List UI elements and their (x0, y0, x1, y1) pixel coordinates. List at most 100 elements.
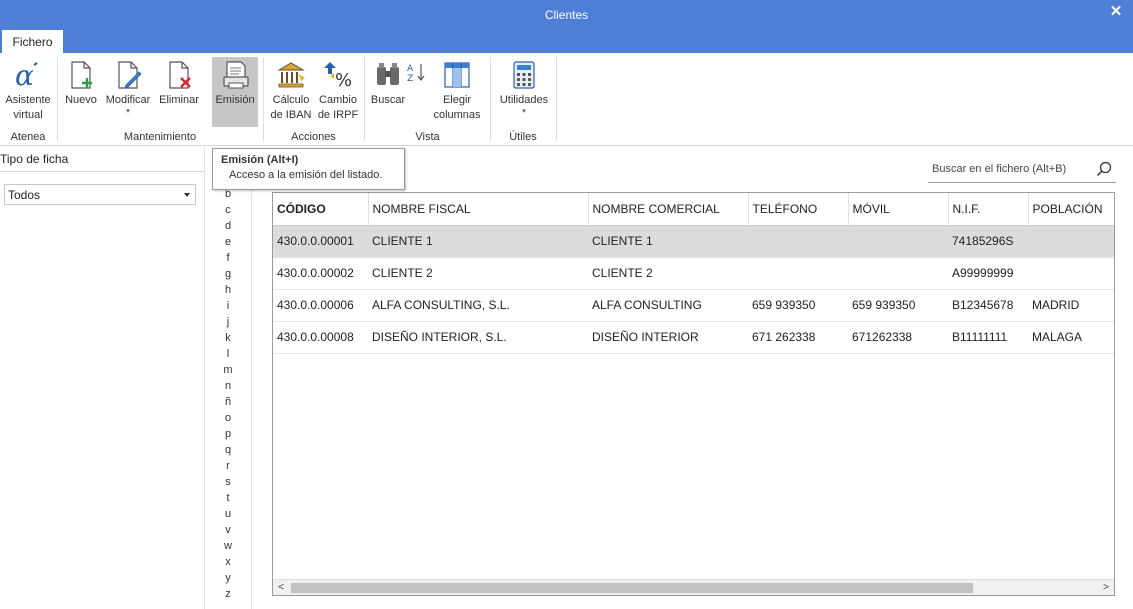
ribbon-group-acciones: Cálculo de IBAN % Cambio de IRPF Accione… (264, 53, 363, 145)
alphabet-letter[interactable]: q (221, 442, 235, 458)
group-label-acciones: Acciones (291, 131, 336, 143)
alphabet-letter[interactable]: c (221, 202, 235, 218)
elegir-columnas-button[interactable]: Elegir columnas (431, 57, 483, 127)
alphabet-letter[interactable]: l (221, 346, 235, 362)
alphabet-letter[interactable]: z (221, 586, 235, 602)
emision-button[interactable]: Emisión (212, 57, 258, 127)
alphabet-letter[interactable]: o (221, 410, 235, 426)
svg-text:Z: Z (407, 74, 413, 84)
emision-tooltip: Emisión (Alt+I) Acceso a la emisión del … (212, 148, 405, 190)
column-header[interactable]: N.I.F. (948, 193, 1029, 226)
delete-doc-icon (169, 61, 191, 89)
alphabet-letter[interactable]: m (221, 362, 235, 378)
alphabet-letter[interactable]: h (221, 282, 235, 298)
clientes-table: CÓDIGO NOMBRE FISCAL NOMBRE COMERCIAL TELÉF… (272, 192, 1115, 596)
cambio-irpf-label-2: de IRPF (317, 109, 359, 121)
column-header[interactable]: MÓVIL (848, 193, 949, 226)
svg-text:%: % (335, 70, 352, 91)
table-cell: DISEÑO INTERIOR, S.L. (368, 321, 588, 354)
ribbon-group-atenea: α Asistente virtual Atenea (0, 53, 56, 145)
scroll-right-icon[interactable]: > (1098, 580, 1114, 595)
table-cell: MADRID (1028, 289, 1114, 322)
search-icon[interactable] (1096, 161, 1112, 177)
alphabet-letter[interactable]: n (221, 378, 235, 394)
close-icon[interactable]: ✕ (1107, 3, 1125, 21)
ribbon-divider (556, 57, 557, 141)
column-header[interactable]: NOMBRE COMERCIAL (588, 193, 749, 226)
table-row[interactable]: 430.0.0.00006 ALFA CONSULTING, S.L. ALFA C… (273, 289, 1114, 322)
alphabet-letter[interactable]: ñ (221, 394, 235, 410)
scroll-left-icon[interactable]: < (273, 580, 289, 595)
alphabet-letter[interactable]: i (221, 298, 235, 314)
search-placeholder: Buscar en el fichero (Alt+B) (932, 163, 1067, 175)
alphabet-letter[interactable]: s (221, 474, 235, 490)
cambio-irpf-button[interactable]: % Cambio de IRPF (315, 57, 361, 127)
alphabet-letter[interactable]: u (221, 506, 235, 522)
alpha-icon: α (15, 59, 38, 91)
horizontal-scrollbar[interactable]: < > (273, 579, 1114, 595)
alphabet-letter[interactable]: w (221, 538, 235, 554)
alphabet-letter[interactable]: r (221, 458, 235, 474)
modificar-button[interactable]: Modificar ▾ (102, 57, 154, 127)
calculo-iban-button[interactable]: Cálculo de IBAN (268, 57, 314, 127)
alphabet-letter[interactable]: t (221, 490, 235, 506)
scrollbar-thumb[interactable] (291, 583, 973, 593)
table-cell: 430.0.0.00008 (273, 321, 368, 354)
sort-button[interactable]: A Z (407, 57, 427, 127)
group-label-vista: Vista (415, 131, 440, 143)
table-cell: CLIENTE 1 (368, 225, 588, 258)
table-cell (748, 257, 848, 290)
nuevo-button[interactable]: Nuevo (62, 57, 100, 127)
asistente-virtual-label-1: Asistente (5, 94, 51, 106)
table-cell: DISEÑO INTERIOR (588, 321, 748, 354)
alphabet-letter[interactable]: f (221, 250, 235, 266)
emision-label: Emisión (215, 94, 255, 106)
group-label-mantenimiento: Mantenimiento (123, 131, 197, 143)
utilidades-button[interactable]: Utilidades ▾ (495, 57, 553, 127)
table-cell: B12345678 (948, 289, 1028, 322)
alphabet-letter[interactable]: k (221, 330, 235, 346)
title-bar: Clientes ✕ (0, 0, 1133, 29)
alphabet-letter[interactable]: j (221, 314, 235, 330)
tipo-de-ficha-label: Tipo de ficha (0, 152, 69, 166)
asistente-virtual-button[interactable]: α Asistente virtual (2, 57, 54, 127)
divider (0, 171, 204, 172)
ribbon-group-mantenimiento: Nuevo Modificar ▾ Eliminar Emisión Mante… (58, 53, 262, 145)
table-cell: 430.0.0.00001 (273, 225, 368, 258)
table-cell: 671262338 (848, 321, 948, 354)
tipo-de-ficha-select[interactable]: Todos (4, 184, 196, 205)
column-header[interactable]: POBLACIÓN (1028, 193, 1114, 226)
column-header[interactable]: TELÉFONO (748, 193, 849, 226)
table-cell: CLIENTE 1 (588, 225, 748, 258)
tooltip-title: Emisión (Alt+I) (221, 154, 299, 166)
elegir-columnas-label-1: Elegir (442, 94, 472, 106)
alphabet-letter[interactable]: p (221, 426, 235, 442)
table-cell: CLIENTE 2 (588, 257, 748, 290)
search-input[interactable]: Buscar en el fichero (Alt+B) (928, 157, 1116, 183)
table-row[interactable]: 430.0.0.00008 DISEÑO INTERIOR, S.L. DISEÑO… (273, 321, 1114, 354)
column-header[interactable]: CÓDIGO (273, 193, 369, 226)
table-cell: 659 939350 (748, 289, 848, 322)
table-row[interactable]: 430.0.0.00001 CLIENTE 1 CLIENTE 1 74185296S (273, 225, 1114, 258)
table-cell: 430.0.0.00002 (273, 257, 368, 290)
ribbon: α Asistente virtual Atenea Nuevo Modific… (0, 53, 1133, 146)
alphabet-letter[interactable]: x (221, 554, 235, 570)
tab-fichero[interactable]: Fichero (2, 30, 63, 53)
alphabet-letter[interactable]: e (221, 234, 235, 250)
asistente-virtual-label-2: virtual (13, 109, 43, 121)
column-header[interactable]: NOMBRE FISCAL (368, 193, 589, 226)
table-cell: 74185296S (948, 225, 1028, 258)
columns-icon (444, 62, 470, 88)
chevron-down-icon: ▾ (126, 108, 130, 115)
eliminar-button[interactable]: Eliminar (156, 57, 202, 127)
clientes-window: Clientes ✕ Fichero α Asistente virtual A… (0, 0, 1133, 609)
alphabet-letter[interactable]: y (221, 570, 235, 586)
cambio-irpf-label-1: Cambio (319, 94, 357, 106)
alphabet-letter[interactable]: d (221, 218, 235, 234)
table-row[interactable]: 430.0.0.00002 CLIENTE 2 CLIENTE 2 A99999999 (273, 257, 1114, 290)
utilidades-label: Utilidades (499, 94, 549, 106)
alphabet-letter[interactable]: g (221, 266, 235, 282)
alphabet-letter[interactable]: v (221, 522, 235, 538)
buscar-button[interactable]: Buscar (369, 57, 407, 127)
calculo-iban-label-2: de IBAN (270, 109, 312, 121)
